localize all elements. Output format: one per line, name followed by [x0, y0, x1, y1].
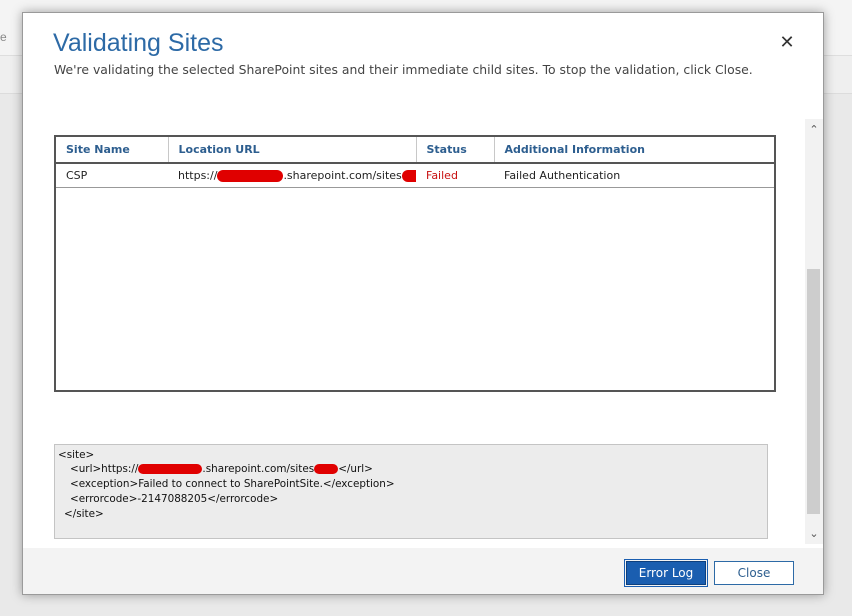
scroll-up-icon[interactable]: ⌃: [805, 121, 823, 139]
background-text: e: [0, 30, 7, 44]
column-header-status[interactable]: Status: [416, 137, 495, 164]
validating-sites-dialog: Validating Sites We're validating the se…: [22, 12, 824, 595]
cell-site-name: CSP: [56, 163, 168, 188]
scroll-thumb[interactable]: [807, 269, 820, 514]
dialog-scrollbar[interactable]: ⌃ ⌄: [805, 119, 823, 544]
redaction-mark: [217, 169, 284, 182]
log-line: <site>: [58, 449, 95, 461]
close-button[interactable]: Close: [714, 561, 794, 585]
redaction-mark: [401, 169, 416, 182]
column-header-site-name[interactable]: Site Name: [56, 137, 169, 164]
log-line: <exception>Failed to connect to SharePoi…: [70, 478, 395, 490]
error-details-box[interactable]: <site> <url>https:// .sharepoint.com/site…: [54, 444, 768, 539]
error-log-button[interactable]: Error Log: [624, 559, 708, 587]
dialog-title: Validating Sites: [53, 29, 224, 57]
redaction-mark: [314, 464, 339, 474]
dialog-subtitle: We're validating the selected SharePoint…: [54, 62, 753, 77]
table-row[interactable]: CSP https:// .sharepoint.com/sites Failed…: [56, 163, 774, 188]
url-domain: .sharepoint.com/sites: [283, 168, 402, 182]
close-icon[interactable]: ✕: [777, 33, 797, 53]
cell-additional-info: Failed Authentication: [494, 163, 774, 188]
table-header-row: Site Name Location URL Status Additional…: [56, 137, 774, 164]
url-prefix: https://: [178, 168, 218, 182]
log-url-domain: .sharepoint.com/sites: [202, 463, 315, 475]
cell-status: Failed: [416, 163, 494, 188]
dialog-footer: Error Log Close: [23, 548, 823, 594]
column-header-additional-info[interactable]: Additional Information: [494, 137, 774, 164]
scroll-down-icon[interactable]: ⌄: [805, 525, 823, 543]
redaction-mark: [138, 464, 203, 474]
log-line: </site>: [64, 508, 104, 520]
log-url-open: <url>https://: [70, 463, 139, 475]
log-line: <url>https:// .sharepoint.com/sites </url>: [70, 462, 373, 476]
cell-location-url: https:// .sharepoint.com/sites: [168, 163, 416, 188]
sites-table: Site Name Location URL Status Additional…: [54, 135, 776, 392]
log-url-close: </url>: [338, 463, 373, 475]
column-header-location-url[interactable]: Location URL: [168, 137, 417, 164]
log-line: <errorcode>-2147088205</errorcode>: [70, 493, 279, 505]
